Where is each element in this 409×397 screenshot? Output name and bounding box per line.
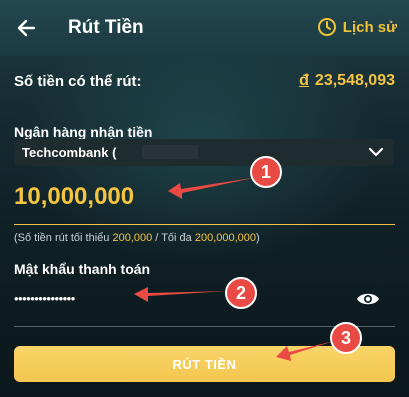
callout-2: 2 [225,277,257,309]
balance-value: 23,548,093 [314,72,395,89]
amount-underline [14,224,395,225]
header: Rút Tiền Lịch sử [0,0,409,56]
bank-select[interactable]: Techcombank ( [14,139,394,166]
show-password-button[interactable] [356,290,380,313]
password-input[interactable]: ••••••••••••••• [14,291,114,307]
balance-label: Số tiền có thể rút: [14,73,142,90]
currency-symbol: đ [299,72,309,89]
history-link[interactable]: Lịch sử [317,17,397,37]
clock-icon [317,18,336,36]
chevron-down-icon [368,145,384,164]
eye-icon [357,293,379,305]
balance-amount: đ 23,548,093 [299,72,395,90]
page-title: Rút Tiền [68,17,144,38]
password-label: Mật khẩu thanh toán [14,261,151,277]
account-number-mask [142,145,198,159]
bank-name: Techcombank ( [22,145,117,160]
max-amount: 200,000,000 [194,232,257,244]
amount-input[interactable]: 10,000,000 [14,183,164,211]
back-button[interactable] [14,15,40,41]
amount-hint: (Số tiền rút tối thiểu 200,000 / Tối đa … [14,232,260,244]
bank-label: Ngân hàng nhận tiền [14,124,153,140]
min-amount: 200,000 [112,232,153,244]
callout-1: 1 [250,156,282,188]
arrow-left-icon [17,19,36,37]
history-label: Lịch sử [342,18,397,36]
callout-3: 3 [330,322,362,354]
